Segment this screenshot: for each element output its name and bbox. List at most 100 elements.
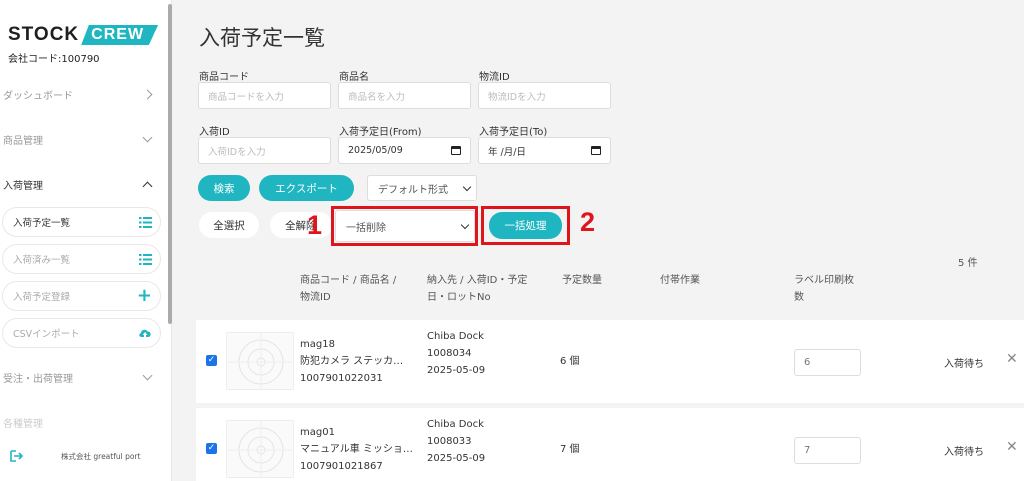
col-header-line: 商品コード / 商品名 / (300, 275, 397, 286)
sidebar-item-csv-import[interactable]: CSVインポート (2, 318, 161, 348)
logo[interactable]: STOCK CREW (8, 24, 159, 46)
search-button[interactable]: 検索 (198, 175, 250, 201)
chevron-up-icon (142, 181, 153, 192)
deselect-all-button[interactable]: 全解除 (270, 212, 332, 238)
sidebar-item-label: 入荷予定一覧 (13, 218, 71, 229)
placeholder-image-icon (227, 333, 293, 389)
date-to-value: 年 /月/日 (488, 146, 526, 158)
planned-qty: 6 個 (560, 356, 580, 367)
close-icon[interactable]: ✕ (1006, 439, 1018, 455)
sidebar-item-label: CSVインポート (13, 329, 80, 340)
label-count-input[interactable]: 7 (794, 437, 861, 464)
product-thumbnail (226, 332, 294, 390)
col-header-line: 物流ID (300, 292, 331, 303)
logistics-id: 1007901021867 (300, 461, 383, 472)
sidebar-section-label: 入荷管理 (3, 181, 43, 192)
export-format-select[interactable]: デフォルト形式 (367, 175, 477, 201)
company-code: 会社コード:100790 (8, 54, 100, 65)
page-title: 入荷予定一覧 (199, 26, 325, 50)
sidebar-section-label: 各種管理 (3, 419, 43, 430)
destination-name: Chiba Dock (427, 419, 484, 430)
arrival-id-label: 入荷ID (199, 127, 230, 138)
select-all-button[interactable]: 全選択 (199, 212, 259, 238)
callout-number-1: 1 (307, 210, 323, 240)
destination-name: Chiba Dock (427, 331, 484, 342)
list-icon (139, 216, 152, 228)
callout-number-2: 2 (580, 207, 596, 237)
highlight-bulk-process (481, 206, 570, 245)
highlight-bulk-select (331, 206, 478, 246)
col-header-destination: 納入先 / 入荷ID・予定 日・ロットNo (427, 272, 527, 306)
col-header-label-count: ラベル印刷枚 数 (794, 272, 854, 306)
product-name: マニュアル車 ミッショ… (300, 444, 413, 455)
sidebar-item-arrived-list[interactable]: 入荷済み一覧 (2, 244, 161, 274)
chevron-down-icon (142, 132, 153, 143)
arrival-id[interactable]: 1008034 (427, 345, 485, 362)
chevron-right-icon (142, 89, 153, 100)
date-from-label: 入荷予定日(From) (339, 127, 422, 138)
logout-icon[interactable] (10, 450, 23, 462)
product-thumbnail (226, 420, 294, 478)
col-header-line: 日・ロットNo (427, 292, 491, 303)
close-icon[interactable]: ✕ (1006, 351, 1018, 367)
status-badge: 入荷待ち (944, 359, 984, 370)
destination-info: Chiba Dock 1008033 2025-05-09 (427, 416, 485, 467)
sidebar-item-label: 入荷予定登録 (13, 292, 71, 303)
arrival-id-input[interactable]: 入荷IDを入力 (198, 137, 331, 164)
product-name-input[interactable]: 商品名を入力 (338, 82, 471, 109)
sidebar-section-orders[interactable]: 受注・出荷管理 (0, 355, 165, 400)
table-row[interactable]: ✓ mag18 防犯カメラ ステッカ… 1007901022031 Chiba … (196, 320, 1024, 403)
list-icon (139, 253, 152, 265)
date-from-input[interactable]: 2025/05/09 (338, 137, 471, 164)
export-format-value: デフォルト形式 (378, 184, 448, 196)
sidebar-section-products[interactable]: 商品管理 (0, 117, 165, 162)
chevron-down-icon (462, 182, 472, 191)
col-header-line: 数 (794, 292, 804, 303)
arrival-id[interactable]: 1008033 (427, 433, 485, 450)
logistics-id: 1007901022031 (300, 373, 383, 384)
export-button[interactable]: エクスポート (259, 175, 354, 201)
sidebar-section-arrivals[interactable]: 入荷管理 (0, 162, 165, 207)
sidebar: STOCK CREW 会社コード:100790 ダッシュボード 商品管理 入荷管… (0, 0, 172, 481)
col-header-line: ラベル印刷枚 (794, 275, 854, 286)
sidebar-section-label: 受注・出荷管理 (3, 374, 73, 385)
chevron-down-icon (142, 370, 153, 381)
cloud-upload-icon (139, 329, 151, 339)
arrival-date: 2025-05-09 (427, 453, 486, 464)
product-info: mag18 防犯カメラ ステッカ… 1007901022031 (300, 336, 403, 387)
product-name: 防犯カメラ ステッカ… (300, 356, 404, 367)
planned-qty: 7 個 (560, 444, 580, 455)
sidebar-nav: ダッシュボード 商品管理 入荷管理 入荷予定一覧 入荷済み一覧 入荷予定登録 +… (0, 72, 165, 445)
sidebar-section-label: 商品管理 (3, 136, 43, 147)
date-to-label: 入荷予定日(To) (479, 127, 548, 138)
placeholder-image-icon (227, 421, 293, 477)
date-to-input[interactable]: 年 /月/日 (478, 137, 611, 164)
product-code[interactable]: mag18 (300, 336, 403, 353)
col-header-work: 付帯作業 (660, 275, 700, 286)
main-content: 入荷予定一覧 商品コード 商品コードを入力 商品名 商品名を入力 物流ID 物流… (172, 0, 1024, 481)
logo-stock: STOCK (8, 24, 80, 45)
product-code[interactable]: mag01 (300, 424, 413, 441)
row-checkbox[interactable]: ✓ (206, 443, 217, 454)
product-code-input[interactable]: 商品コードを入力 (198, 82, 331, 109)
calendar-icon[interactable] (451, 146, 461, 155)
sidebar-item-arrival-schedule-list[interactable]: 入荷予定一覧 (2, 207, 161, 237)
product-code-label: 商品コード (199, 72, 249, 83)
logo-crew: CREW (81, 25, 159, 45)
logistics-id-label: 物流ID (479, 72, 510, 83)
col-header-line: 納入先 / 入荷ID・予定 (427, 275, 528, 286)
plus-icon: + (136, 285, 152, 306)
arrival-date: 2025-05-09 (427, 365, 486, 376)
product-info: mag01 マニュアル車 ミッショ… 1007901021867 (300, 424, 413, 475)
row-checkbox[interactable]: ✓ (206, 355, 217, 366)
sidebar-item-label: 入荷済み一覧 (13, 255, 71, 266)
logistics-id-input[interactable]: 物流IDを入力 (478, 82, 611, 109)
sidebar-section-dashboard[interactable]: ダッシュボード (0, 72, 165, 117)
sidebar-item-arrival-register[interactable]: 入荷予定登録 + (2, 281, 161, 311)
label-count-input[interactable]: 6 (794, 349, 861, 376)
product-name-label: 商品名 (339, 72, 369, 83)
calendar-icon[interactable] (591, 146, 601, 155)
table-row[interactable]: ✓ mag01 マニュアル車 ミッショ… 1007901021867 Chiba… (196, 408, 1024, 481)
footer-company-name: 株式会社 greatful port (61, 451, 141, 461)
result-count: 5 件 (958, 258, 978, 269)
